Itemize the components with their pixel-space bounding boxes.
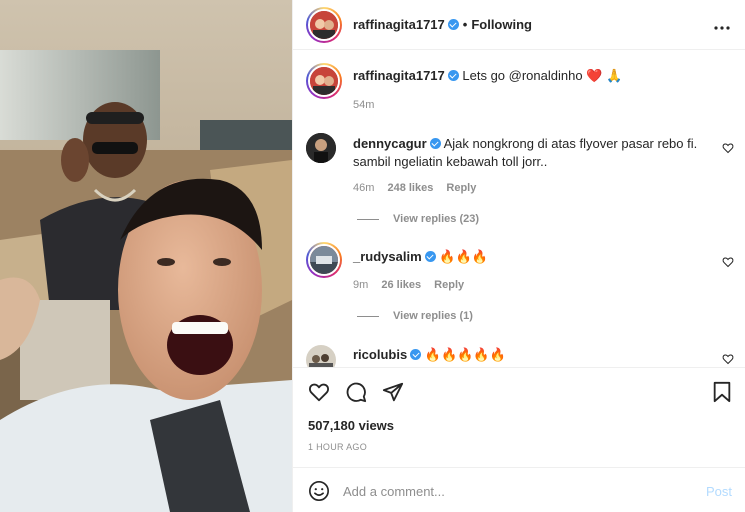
like-comment-heart-icon[interactable] [722, 142, 734, 154]
comment-likes[interactable]: 248 likes [387, 182, 433, 194]
verified-badge-icon [447, 19, 459, 30]
comment-username[interactable]: dennycagur [353, 136, 427, 151]
caption-time[interactable]: 54m [353, 99, 374, 111]
comment-avatar[interactable] [306, 345, 336, 367]
post-button[interactable]: Post [706, 484, 732, 499]
view-replies-button[interactable]: View replies (1) [357, 310, 473, 322]
action-bar: 507,180 views 1 HOUR AGO [293, 367, 745, 467]
following-button[interactable]: Following [471, 17, 532, 32]
post-media[interactable] [0, 0, 292, 512]
post-header: raffinagita1717 • Following [293, 0, 745, 50]
verified-badge-icon [410, 349, 422, 360]
post-timestamp[interactable]: 1 HOUR AGO [308, 442, 367, 452]
comment-time[interactable]: 9m [353, 279, 368, 291]
author-row: raffinagita1717 • Following [353, 17, 532, 32]
bookmark-icon[interactable] [712, 381, 732, 403]
comment-text: 🔥🔥🔥 [439, 249, 488, 264]
comment-avatar[interactable] [306, 133, 336, 163]
comments-list[interactable]: raffinagita1717 Lets go @ronaldinho ❤️ 🙏… [293, 51, 745, 367]
reply-button[interactable]: Reply [434, 279, 464, 291]
share-icon[interactable] [382, 381, 404, 403]
caption-avatar[interactable] [306, 63, 342, 99]
author-username[interactable]: raffinagita1717 [353, 17, 445, 32]
comment-username[interactable]: _rudysalim [353, 249, 422, 264]
author-avatar[interactable] [306, 7, 342, 43]
caption-username[interactable]: raffinagita1717 [353, 68, 445, 83]
comment-icon[interactable] [345, 381, 367, 403]
like-comment-heart-icon[interactable] [722, 353, 734, 365]
separator-dot: • [462, 17, 468, 32]
post-panel: raffinagita1717 • Following raffinagita171… [292, 0, 745, 512]
more-options-icon[interactable] [714, 14, 730, 35]
caption-text: Lets go @ronaldinho ❤️ 🙏 [462, 68, 623, 83]
comment-meta: 46m 248 likes Reply [353, 182, 486, 194]
comment-meta: 9m 26 likes Reply [353, 279, 474, 291]
car-selfie-photo [0, 0, 292, 512]
comment-likes[interactable]: 26 likes [381, 279, 421, 291]
view-replies-button[interactable]: View replies (23) [357, 213, 479, 225]
heart-icon[interactable] [308, 381, 330, 403]
reply-button[interactable]: Reply [446, 182, 476, 194]
comment-avatar[interactable] [306, 242, 342, 278]
verified-badge-icon [424, 251, 436, 262]
verified-badge-icon [447, 70, 459, 81]
verified-badge-icon [429, 138, 441, 149]
comment-input[interactable] [343, 481, 673, 501]
comment-username[interactable]: ricolubis [353, 347, 407, 362]
views-count[interactable]: 507,180 views [308, 418, 394, 433]
like-comment-heart-icon[interactable] [722, 256, 734, 268]
comment-text: 🔥🔥🔥🔥🔥 [424, 347, 506, 362]
emoji-icon[interactable] [308, 480, 330, 502]
comment-time[interactable]: 46m [353, 182, 374, 194]
comment-composer: Post [293, 467, 745, 512]
caption-meta: 54m [353, 99, 384, 111]
